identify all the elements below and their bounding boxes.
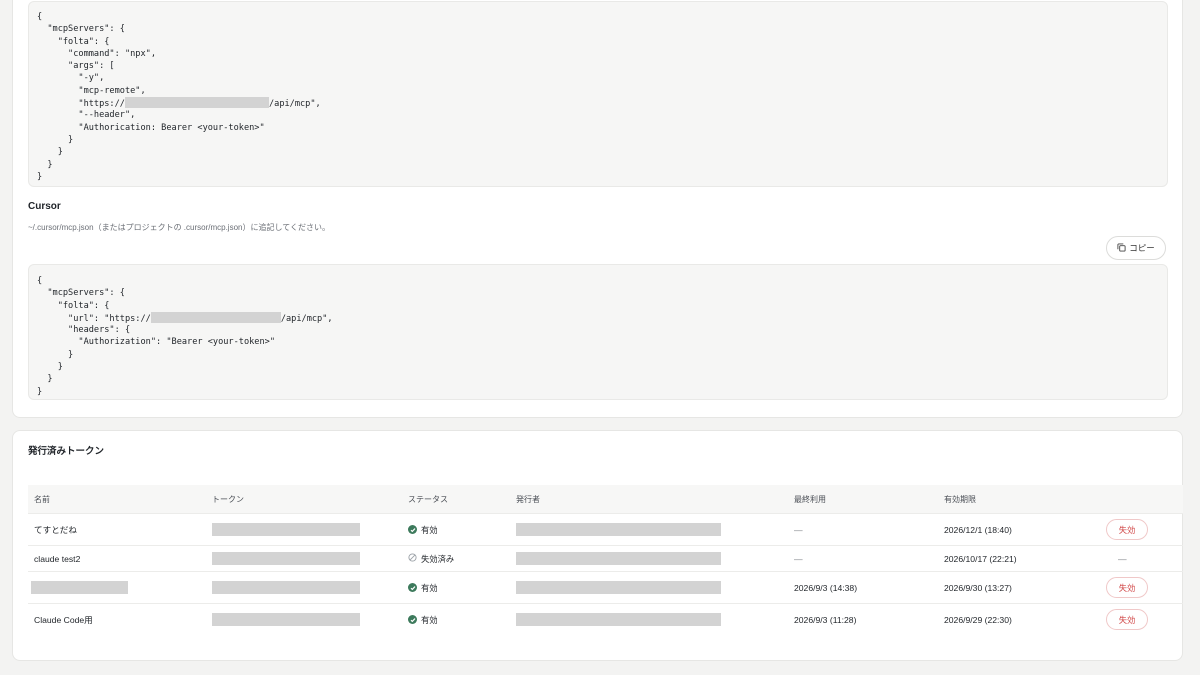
status-badge: 有効 <box>408 614 438 626</box>
last-used: 2026/9/3 (11:28) <box>794 614 857 625</box>
code-line: } <box>37 386 43 397</box>
status-label: 失効済み <box>421 553 455 564</box>
code-line: { <box>37 12 43 22</box>
check-circle-icon <box>408 615 417 624</box>
token-name: てすとだね <box>34 524 77 535</box>
code-line: } <box>37 159 53 170</box>
status-label: 有効 <box>421 614 438 625</box>
status-badge: 有効 <box>408 582 438 594</box>
expires: 2026/10/17 (22:21) <box>944 553 1017 564</box>
token-name: Claude Code用 <box>34 614 93 625</box>
status-badge: 有効 <box>408 524 438 536</box>
code-line: "args": [ <box>37 61 115 72</box>
code-line: } <box>37 134 74 145</box>
code-line: } <box>37 147 63 158</box>
code-line: "https:///api/mcp", <box>37 97 321 110</box>
check-circle-icon <box>408 583 417 592</box>
redacted-token <box>212 523 360 536</box>
column-header-name: 名前 <box>34 494 50 504</box>
redacted-host <box>150 311 281 323</box>
last-used: — <box>794 553 803 564</box>
column-header-status: ステータス <box>408 494 448 504</box>
code-line: "headers": { <box>37 325 131 336</box>
status-label: 有効 <box>421 524 438 535</box>
expires: 2026/12/1 (18:40) <box>944 524 1012 535</box>
table-row: claude test2 失効済み — 2026/10/17 (22:21) — <box>28 545 1183 571</box>
expires: 2026/9/30 (13:27) <box>944 582 1012 593</box>
redacted-token <box>212 581 360 594</box>
tokens-table: 名前 トークン ステータス 発行者 最終利用 有効期限 てすとだね 有効 — 2… <box>28 485 1183 635</box>
code-line: "folta": { <box>37 300 110 311</box>
redacted-token <box>212 613 360 626</box>
column-header-last-used: 最終利用 <box>794 494 826 504</box>
table-row: 有効 2026/9/3 (14:38) 2026/9/30 (13:27) 失効 <box>28 571 1183 603</box>
code-line: "mcpServers": { <box>37 24 125 35</box>
redacted-host <box>124 97 269 109</box>
token-name: claude test2 <box>34 553 81 564</box>
revoke-button[interactable]: 失効 <box>1106 609 1148 630</box>
code-line: "command": "npx", <box>37 48 156 59</box>
code-line: "mcp-remote", <box>37 85 146 96</box>
no-action: — <box>1118 553 1127 564</box>
last-used: — <box>794 524 803 535</box>
redacted-issuer <box>516 523 721 536</box>
redacted-issuer <box>516 581 721 594</box>
column-header-issuer: 発行者 <box>516 494 540 504</box>
status-label: 有効 <box>421 582 438 593</box>
claude-code-config-block: { "mcpServers": { "folta": { "command": … <box>28 1 1168 187</box>
redacted-name <box>31 581 128 594</box>
copy-button-label: コピー <box>1129 243 1155 253</box>
copy-button[interactable]: コピー <box>1106 236 1166 260</box>
table-row: てすとだね 有効 — 2026/12/1 (18:40) 失効 <box>28 513 1183 545</box>
issued-tokens-card: 発行済みトークン 名前 トークン ステータス 発行者 最終利用 有効期限 てすと… <box>12 430 1183 661</box>
revoke-button[interactable]: 失効 <box>1106 577 1148 598</box>
redacted-token <box>212 552 360 565</box>
cursor-config-block: { "mcpServers": { "folta": { "url": "htt… <box>28 264 1168 400</box>
code-line: } <box>37 362 63 373</box>
cursor-section-title: Cursor <box>28 201 61 212</box>
code-line: "folta": { <box>37 36 110 47</box>
last-used: 2026/9/3 (14:38) <box>794 582 858 593</box>
cursor-section-description: ~/.cursor/mcp.json（またはプロジェクトの .cursor/mc… <box>28 223 331 232</box>
redacted-issuer <box>516 552 721 565</box>
code-line: "--header", <box>37 110 136 121</box>
mcp-config-card: { "mcpServers": { "folta": { "command": … <box>12 0 1183 418</box>
column-header-token: トークン <box>212 494 244 504</box>
column-header-expires: 有効期限 <box>944 494 976 504</box>
status-badge: 失効済み <box>408 553 454 565</box>
code-line: } <box>37 171 43 182</box>
code-line: { <box>37 276 43 286</box>
code-line: "-y", <box>37 73 105 84</box>
issued-tokens-title: 発行済みトークン <box>28 446 105 457</box>
check-circle-icon <box>408 525 417 534</box>
code-line: } <box>37 374 53 385</box>
table-header: 名前 トークン ステータス 発行者 最終利用 有効期限 <box>28 485 1183 513</box>
table-row: Claude Code用 有効 2026/9/3 (11:28) 2026/9/… <box>28 603 1183 635</box>
code-line: "url": "https:///api/mcp", <box>37 311 333 324</box>
revoke-button[interactable]: 失効 <box>1106 519 1148 540</box>
code-line: "mcpServers": { <box>37 288 125 299</box>
code-line: "Authorication: Bearer <your-token>" <box>37 122 265 133</box>
prohibited-icon <box>408 553 417 564</box>
expires: 2026/9/29 (22:30) <box>944 614 1012 625</box>
code-line: } <box>37 349 74 360</box>
code-line: "Authorization": "Bearer <your-token>" <box>37 337 275 348</box>
copy-icon <box>1117 242 1126 254</box>
redacted-issuer <box>516 613 721 626</box>
